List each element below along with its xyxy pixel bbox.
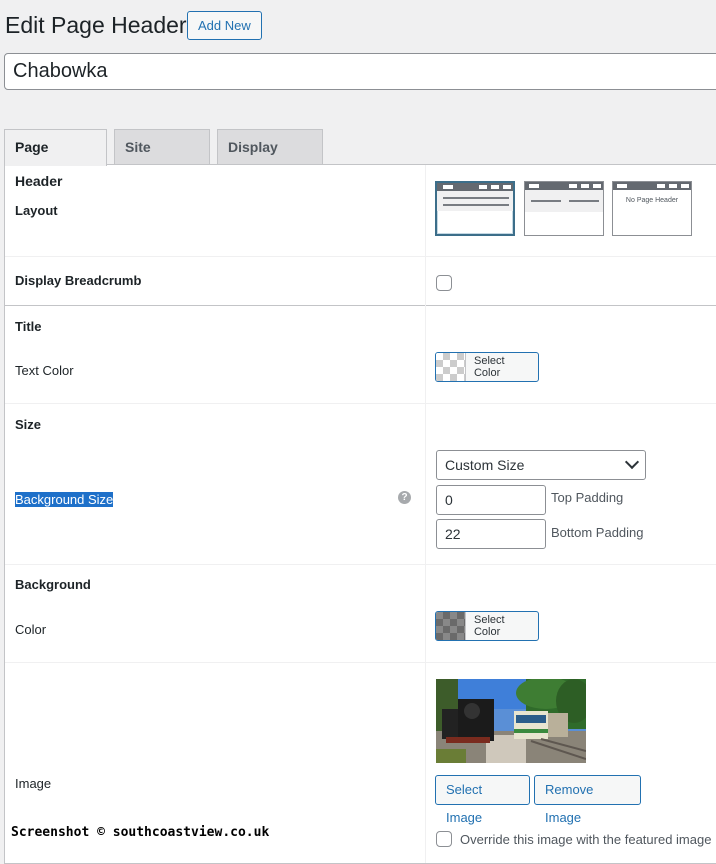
background-size-select-value: Custom Size: [445, 457, 525, 473]
layout-line: [531, 200, 561, 202]
text-color-label: Text Color: [15, 363, 74, 378]
color-swatch: [436, 612, 466, 640]
layout-option-split[interactable]: [524, 181, 604, 236]
color-swatch: [436, 353, 466, 381]
bottom-padding-label: Bottom Padding: [551, 525, 644, 540]
page-title: Edit Page Header: [5, 12, 187, 38]
page-header-title-input[interactable]: Chabowka: [4, 53, 716, 90]
layout-option-classic[interactable]: [435, 181, 515, 236]
layout-dot: [669, 184, 677, 188]
layout-dot: [529, 184, 539, 188]
text-color-picker-button[interactable]: Select Color: [435, 352, 539, 382]
layout-row: Layout No Page Header: [5, 165, 716, 257]
tab-site-header[interactable]: Site Header: [114, 129, 210, 189]
breadcrumb-checkbox[interactable]: [436, 275, 452, 291]
column-divider: [425, 165, 426, 863]
layout-dot: [503, 185, 511, 189]
layout-dot: [569, 184, 577, 188]
breadcrumb-label: Display Breadcrumb: [15, 273, 142, 288]
override-featured-image-checkbox[interactable]: [436, 831, 452, 847]
layout-dot: [443, 185, 453, 189]
size-heading: Size: [15, 417, 42, 432]
layout-dot: [593, 184, 601, 188]
layout-dot: [617, 184, 627, 188]
breadcrumb-row: Display Breadcrumb: [5, 256, 716, 306]
layout-option-no-page-header[interactable]: No Page Header: [612, 181, 692, 236]
background-heading: Background: [15, 577, 91, 592]
title-heading: Title: [15, 319, 42, 334]
layout-dot: [681, 184, 689, 188]
size-row: Size Background Size ? Custom Size 0 Top…: [5, 404, 716, 565]
layout-label: Layout: [15, 203, 58, 218]
layout-line: [443, 197, 509, 199]
background-color-label: Color: [15, 622, 47, 637]
title-row: Title Text Color Select Color: [5, 306, 716, 404]
tab-page-header[interactable]: Page Header: [4, 129, 107, 189]
screenshot-watermark: Screenshot © southcoastview.co.uk: [11, 825, 270, 840]
layout-dot: [657, 184, 665, 188]
top-padding-label: Top Padding: [551, 490, 624, 505]
background-image-label: Image: [15, 776, 52, 791]
layout-dot: [581, 184, 589, 188]
layout-line: [443, 204, 509, 206]
select-color-label: Select Color: [473, 355, 505, 379]
settings-panel: Layout No Page Header Display Breadcrumb…: [4, 164, 716, 864]
layout-dot: [491, 185, 499, 189]
no-page-header-caption: No Page Header: [625, 197, 679, 204]
add-new-button[interactable]: Add New: [187, 11, 262, 40]
background-size-select[interactable]: Custom Size: [436, 450, 646, 480]
help-icon[interactable]: ?: [398, 491, 411, 504]
layout-band: [437, 191, 513, 211]
select-color-label: Select Color: [473, 614, 505, 638]
remove-image-button[interactable]: Remove Image: [534, 775, 641, 825]
background-color-row: Background Color Select Color: [5, 565, 716, 663]
tab-display-rules[interactable]: Display Rules: [217, 129, 323, 189]
bottom-padding-input[interactable]: 22: [436, 519, 546, 549]
background-color-picker-button[interactable]: Select Color: [435, 611, 539, 641]
layout-line: [569, 200, 599, 202]
background-image-preview: [436, 679, 586, 763]
chevron-down-icon: [624, 454, 640, 470]
top-padding-input[interactable]: 0: [436, 485, 546, 515]
override-featured-image-label: Override this image with the featured im…: [460, 832, 712, 847]
select-image-button[interactable]: Select Image: [435, 775, 530, 825]
layout-dot: [479, 185, 487, 189]
background-size-label: Background Size: [15, 492, 114, 507]
train-photo: [436, 679, 586, 763]
